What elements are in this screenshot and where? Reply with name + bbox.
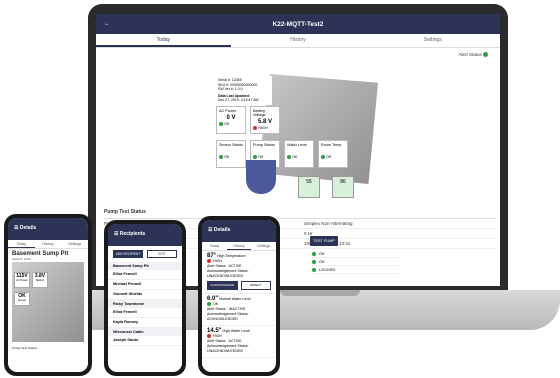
water-gauge: 55: [298, 176, 320, 198]
group-header: Ricky Townhome: [108, 300, 182, 308]
phone-details: ☰ Details Today History Settings Basemen…: [4, 214, 92, 376]
app-bar: ← K22-MQTT-Test2: [96, 14, 500, 34]
status-ok-icon: [312, 251, 316, 256]
tab-today[interactable]: Today: [8, 240, 35, 248]
tab-bar: Today History Settings: [96, 34, 500, 48]
alert-status: Alert Status: [96, 48, 500, 61]
status-ok-icon: [253, 155, 257, 159]
tab-settings[interactable]: Settings: [251, 242, 276, 250]
tab-settings[interactable]: Settings: [365, 34, 500, 47]
phone-recipients: ☰ Recipients ADD RECIPIENT EDIT Basement…: [104, 220, 186, 376]
device-info-card: Serial #: 12345 SKU #: 00000000000000 SW…: [216, 76, 272, 105]
status-ok-icon: [207, 302, 211, 307]
list-item[interactable]: Kayla Rooney: [108, 318, 182, 328]
status-ok-icon: [321, 155, 325, 159]
phone-history: ☰ Details Today History Settings 87° Hig…: [198, 216, 280, 376]
acknowledge-button[interactable]: ACKNOWLEDGE: [207, 281, 238, 290]
tab-today[interactable]: Today: [96, 34, 231, 47]
status-list: OK OK LOCKED: [312, 250, 398, 274]
status-ok-icon: [312, 267, 316, 272]
tile-ac-power[interactable]: AC Power 0 V OK: [216, 106, 246, 134]
group-header: Basement Sump Pit: [108, 262, 182, 270]
tile-room-temp[interactable]: Room Temp. OK: [318, 140, 348, 168]
direct-button[interactable]: DIRECT: [240, 281, 271, 290]
status-ok-icon: [219, 155, 223, 159]
status-ok-icon: [287, 155, 291, 159]
menu-icon[interactable]: ☰: [14, 225, 18, 231]
list-item: OK: [312, 258, 398, 266]
tile-ac-power[interactable]: 115V AC Power: [14, 272, 30, 288]
status-ok-icon: [219, 122, 223, 126]
device-title: Basement Sump Pit: [12, 251, 69, 257]
tab-history[interactable]: History: [226, 242, 252, 250]
list-item[interactable]: Elliot Fennell: [108, 270, 182, 280]
phone-header: ☰ Details: [202, 220, 276, 242]
history-item[interactable]: 6.0" Normal Water Level OK Alert Status …: [202, 294, 276, 326]
app-title: K22-MQTT-Test2: [272, 20, 324, 28]
history-item[interactable]: 14.5" High Water Level HIGH Alert Status…: [202, 326, 276, 358]
tab-history[interactable]: History: [231, 34, 366, 47]
pump-test-label: Pump Test Status: [12, 346, 38, 350]
pump-test-title: Pump Test Status: [104, 209, 496, 219]
laptop-notch: [280, 290, 360, 296]
list-item: LOCKED: [312, 266, 398, 274]
group-header: Wisconsin Cabin: [108, 328, 182, 336]
add-recipient-button[interactable]: ADD RECIPIENT: [113, 250, 143, 258]
phone-header: ☰ Recipients: [108, 224, 182, 246]
status-ok-icon: [312, 259, 316, 264]
history-item[interactable]: 87° High Temperature HIGH Alert Status ·…: [202, 251, 276, 294]
tile-water-level[interactable]: Water Level OK: [284, 140, 314, 168]
list-item: OK: [312, 250, 398, 258]
status-high-icon: [253, 126, 257, 130]
tab-history[interactable]: History: [35, 240, 62, 248]
list-item[interactable]: Joseph Gauto: [108, 336, 182, 346]
phone-header: ☰ Details: [8, 218, 88, 240]
recipient-actions: ADD RECIPIENT EDIT: [108, 246, 182, 262]
tile-battery[interactable]: 3.8V Battery: [32, 272, 48, 288]
menu-icon[interactable]: ☰: [114, 231, 118, 237]
status-high-icon: [207, 259, 211, 264]
tile-sensor[interactable]: OK Sensor: [14, 292, 30, 306]
list-item[interactable]: Gunnett Shields: [108, 290, 182, 300]
sump-pit: [246, 160, 276, 194]
phone-tab-bar: Today History Settings: [8, 240, 88, 249]
test-pump-button[interactable]: TEST PUMP: [310, 236, 338, 246]
temp-gauge: 86: [332, 176, 354, 198]
phone-tab-bar: Today History Settings: [202, 242, 276, 251]
tab-today[interactable]: Today: [202, 242, 227, 250]
list-item[interactable]: Elliot Fennell: [108, 308, 182, 318]
list-item[interactable]: Michael Fennell: [108, 280, 182, 290]
tile-sensor-status[interactable]: Sensor Status OK: [216, 140, 246, 168]
alert-bell-icon: [483, 52, 488, 58]
edit-button[interactable]: EDIT: [147, 250, 177, 258]
status-high-icon: [207, 334, 211, 339]
tile-battery-voltage[interactable]: Battery Voltage 5.8 V HIGH: [250, 106, 280, 134]
menu-icon[interactable]: ☰: [208, 227, 212, 233]
tab-settings[interactable]: Settings: [61, 240, 88, 248]
sump-diagram: Serial #: 12345 SKU #: 00000000000000 SW…: [208, 68, 388, 198]
